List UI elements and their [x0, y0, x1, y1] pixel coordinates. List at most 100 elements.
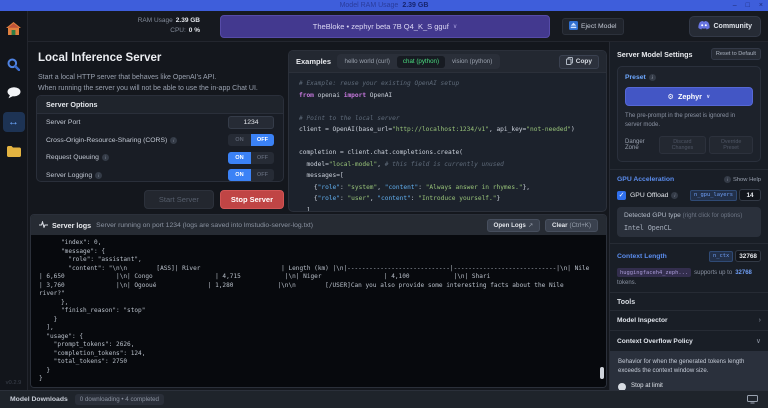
- n-gpu-layers-value[interactable]: 14: [739, 189, 761, 201]
- sidebar: ↔ v0.2.9: [0, 11, 28, 390]
- tab-1[interactable]: chat (python): [397, 56, 445, 68]
- context-overflow-policy-box: Behavior for when the generated tokens l…: [610, 351, 768, 390]
- code-line: {"role": "user", "content": "Introduce y…: [299, 195, 596, 207]
- info-icon: i: [724, 176, 731, 183]
- gpu-offload-checkbox[interactable]: ✓: [617, 191, 626, 200]
- clear-logs-button[interactable]: Clear(Ctrl+K): [545, 219, 598, 232]
- page-title: Local Inference Server: [38, 52, 161, 64]
- sidebar-item-chat[interactable]: [3, 83, 25, 103]
- override-preset-button[interactable]: Override Preset: [709, 136, 753, 154]
- detected-gpu-box[interactable]: Detected GPU type (right click for optio…: [617, 207, 761, 237]
- resource-usage: RAM Usage2.39 GB CPU:0 %: [138, 16, 200, 36]
- toggle-rows: Cross-Origin-Resource-Sharing (CORS)iONO…: [37, 132, 283, 183]
- sidebar-item-my-models[interactable]: [3, 141, 25, 161]
- toggle-on[interactable]: ON: [228, 169, 251, 181]
- toggle-2[interactable]: ONOFF: [228, 169, 274, 181]
- ram-usage-label: RAM Usage: [138, 17, 173, 24]
- gpu-acceleration-section: GPU Acceleration i Show Help ✓ GPU Offlo…: [610, 169, 768, 243]
- stop-server-button[interactable]: Stop Server: [220, 190, 284, 209]
- option-label-text: Cross-Origin-Resource-Sharing (CORS): [46, 137, 167, 144]
- open-logs-button[interactable]: Open Logs↗: [487, 219, 541, 232]
- tool-row-label: Context Overflow Policy: [617, 338, 693, 345]
- toggle-on[interactable]: ON: [228, 152, 251, 164]
- toggle-off[interactable]: OFF: [251, 169, 274, 181]
- toggle-off[interactable]: OFF: [251, 152, 274, 164]
- discard-changes-button[interactable]: Discard Changes: [659, 136, 706, 154]
- examples-card: Examples hello world (curl)chat (python)…: [288, 50, 607, 212]
- preset-card: Preset i ⚙ Zephyr ∨ The pre-prompt in th…: [617, 66, 761, 162]
- start-server-button[interactable]: Start Server: [144, 190, 214, 209]
- code-line: [299, 138, 596, 150]
- sidebar-item-search[interactable]: [3, 54, 25, 74]
- chevron-down-icon: ∨: [453, 23, 457, 30]
- copy-icon: [566, 57, 573, 67]
- danger-zone-label: Danger Zone: [625, 139, 659, 151]
- status-bar: Model Downloads 0 downloading • 4 comple…: [0, 390, 768, 408]
- copy-label: Copy: [576, 58, 592, 65]
- monitor-icon[interactable]: [747, 395, 758, 404]
- examples-title: Examples: [296, 57, 331, 66]
- n-ctx-value[interactable]: 32768: [735, 250, 761, 262]
- tools-rows: Model Inspector› Context Overflow Policy ∨: [610, 310, 768, 351]
- code-line: client = OpenAI(base_url="http://localho…: [299, 126, 596, 138]
- context-length-section: Context Length n_ctx 32768 huggingfaceh4…: [610, 243, 768, 292]
- gpu-offload-label: GPU Offload: [630, 192, 668, 199]
- tab-0[interactable]: hello world (curl): [339, 56, 396, 68]
- info-icon: i: [671, 192, 678, 199]
- server-buttons: Start Server Stop Server: [36, 190, 284, 209]
- info-icon: i: [649, 74, 656, 81]
- code-line: model="local-model", # this field is cur…: [299, 161, 596, 173]
- server-options-header: Server Options: [37, 96, 283, 114]
- show-help-button[interactable]: i Show Help: [724, 176, 761, 183]
- info-icon: i: [102, 154, 109, 161]
- preset-selector[interactable]: ⚙ Zephyr ∨: [625, 87, 753, 106]
- copy-button[interactable]: Copy: [559, 55, 599, 69]
- toggle-off[interactable]: OFF: [251, 134, 274, 146]
- radio-icon[interactable]: [618, 383, 626, 390]
- page-description-2: When running the server you will not be …: [38, 83, 258, 94]
- community-button[interactable]: Community: [689, 16, 762, 37]
- sidebar-item-local-server[interactable]: ↔: [3, 112, 25, 132]
- page-description-1: Start a local HTTP server that behaves l…: [38, 72, 216, 83]
- server-logs-header: Server logs Server running on port 1234 …: [31, 215, 606, 235]
- server-log-text: "index": 0, "message": { "role": "assist…: [39, 239, 598, 384]
- toggle-1[interactable]: ONOFF: [228, 152, 274, 164]
- detected-gpu-hint: (right click for options): [683, 212, 743, 219]
- maximize-button[interactable]: □: [746, 2, 750, 9]
- model-selector[interactable]: TheBloke • zephyr beta 7B Q4_K_S gguf ∨: [220, 15, 550, 38]
- chat-icon: [7, 87, 21, 99]
- option-label: Cross-Origin-Resource-Sharing (CORS)i: [46, 137, 177, 144]
- reset-to-default-button[interactable]: Reset to Default: [711, 48, 761, 60]
- folder-icon: [7, 146, 21, 157]
- logs-scrollbar-thumb[interactable]: [600, 367, 604, 379]
- eject-model-button[interactable]: Eject Model: [562, 18, 624, 35]
- max-tokens-value: 32768: [735, 270, 752, 276]
- toggle-on[interactable]: ON: [228, 134, 251, 146]
- window-titlebar: Model RAM Usage 2.39 GB – □ ×: [0, 0, 768, 11]
- server-port-input[interactable]: [228, 116, 274, 129]
- tab-2[interactable]: vision (python): [446, 56, 498, 68]
- titlebar-ram-label: Model RAM Usage: [340, 2, 399, 9]
- downloads-status-badge: 0 downloading • 4 completed: [75, 394, 164, 405]
- chevron-icon: ∨: [756, 337, 761, 345]
- sidebar-item-home[interactable]: [3, 18, 25, 38]
- context-support-note: huggingfaceh4_zeph... supports up to 327…: [617, 268, 761, 286]
- detected-gpu-value: Intel OpenCL: [624, 224, 754, 232]
- toggle-0[interactable]: ONOFF: [228, 134, 274, 146]
- tool-row-context-overflow-policy[interactable]: Context Overflow Policy ∨: [610, 330, 768, 351]
- option-row-0: Cross-Origin-Resource-Sharing (CORS)i ONO…: [37, 132, 283, 150]
- info-icon: i: [95, 172, 102, 179]
- server-logs-subtitle: Server running on port 1234 (logs are sa…: [96, 222, 313, 229]
- n-ctx-badge: n_ctx: [709, 251, 733, 262]
- option-label-text: Server Logging: [46, 172, 92, 179]
- model-downloads-label[interactable]: Model Downloads: [10, 396, 68, 403]
- option-label: Server Loggingi: [46, 172, 102, 179]
- overflow-option-0[interactable]: Stop at limit: [618, 382, 760, 390]
- tool-row-label: Model Inspector: [617, 317, 668, 324]
- cpu-usage-label: CPU:: [170, 27, 186, 34]
- tool-row-model-inspector[interactable]: Model Inspector›: [610, 310, 768, 330]
- minimize-button[interactable]: –: [733, 2, 737, 9]
- code-line: [299, 103, 596, 115]
- server-model-settings-panel: Server Model Settings Reset to Default P…: [609, 42, 768, 390]
- close-button[interactable]: ×: [759, 2, 763, 9]
